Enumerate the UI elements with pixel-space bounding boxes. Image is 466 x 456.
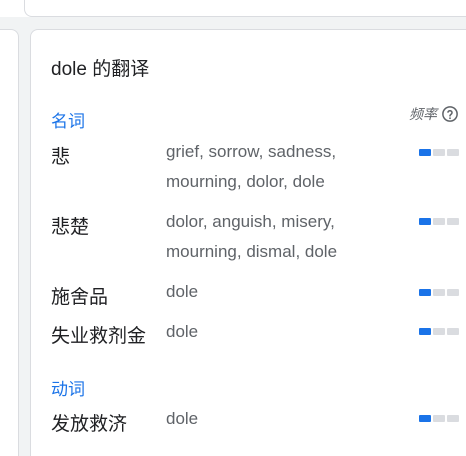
translations-row-1: dolor, anguish, misery, mourning, dismal… bbox=[166, 212, 338, 261]
frequency-segment bbox=[433, 328, 445, 335]
translations-row-3: dole bbox=[166, 322, 199, 341]
frequency-bar-row-4 bbox=[419, 415, 459, 422]
term-row-0[interactable]: 悲 bbox=[51, 142, 70, 169]
frequency-header: 频率 bbox=[409, 104, 459, 124]
frequency-bar-row-1 bbox=[419, 218, 459, 225]
source-card bbox=[0, 29, 19, 456]
frequency-segment bbox=[447, 415, 459, 422]
frequency-segment bbox=[419, 415, 431, 422]
frequency-segment bbox=[433, 289, 445, 296]
frequency-segment bbox=[447, 149, 459, 156]
frequency-segment bbox=[419, 289, 431, 296]
translation-page: dole 的翻译 名词 频率 悲 grief, sorrow, sadness,… bbox=[0, 0, 466, 456]
frequency-label: 频率 bbox=[409, 106, 437, 122]
frequency-segment bbox=[433, 415, 445, 422]
previous-card bbox=[24, 0, 466, 17]
term-row-4[interactable]: 发放救济 bbox=[51, 409, 127, 436]
translations-row-2: dole bbox=[166, 282, 199, 301]
frequency-segment bbox=[419, 149, 431, 156]
pos-label-verb: 动词 bbox=[51, 380, 85, 399]
translations-card: dole 的翻译 名词 频率 悲 grief, sorrow, sadness,… bbox=[30, 29, 466, 456]
frequency-bar-row-2 bbox=[419, 289, 459, 296]
frequency-bar-row-3 bbox=[419, 328, 459, 335]
frequency-bar-row-0 bbox=[419, 149, 459, 156]
card-title: dole 的翻译 bbox=[51, 59, 150, 80]
term-row-1[interactable]: 悲楚 bbox=[51, 212, 89, 239]
translations-row-4: dole bbox=[166, 409, 199, 428]
frequency-segment bbox=[447, 218, 459, 225]
frequency-segment bbox=[447, 328, 459, 335]
term-row-3[interactable]: 失业救剂金 bbox=[51, 321, 146, 348]
frequency-segment bbox=[433, 149, 445, 156]
help-icon[interactable] bbox=[441, 105, 459, 123]
frequency-segment bbox=[447, 289, 459, 296]
frequency-segment bbox=[419, 218, 431, 225]
frequency-segment bbox=[419, 328, 431, 335]
pos-label-noun: 名词 bbox=[51, 112, 85, 131]
term-row-2[interactable]: 施舍品 bbox=[51, 282, 108, 309]
frequency-segment bbox=[433, 218, 445, 225]
translations-row-0: grief, sorrow, sadness, mourning, dolor,… bbox=[166, 142, 337, 191]
